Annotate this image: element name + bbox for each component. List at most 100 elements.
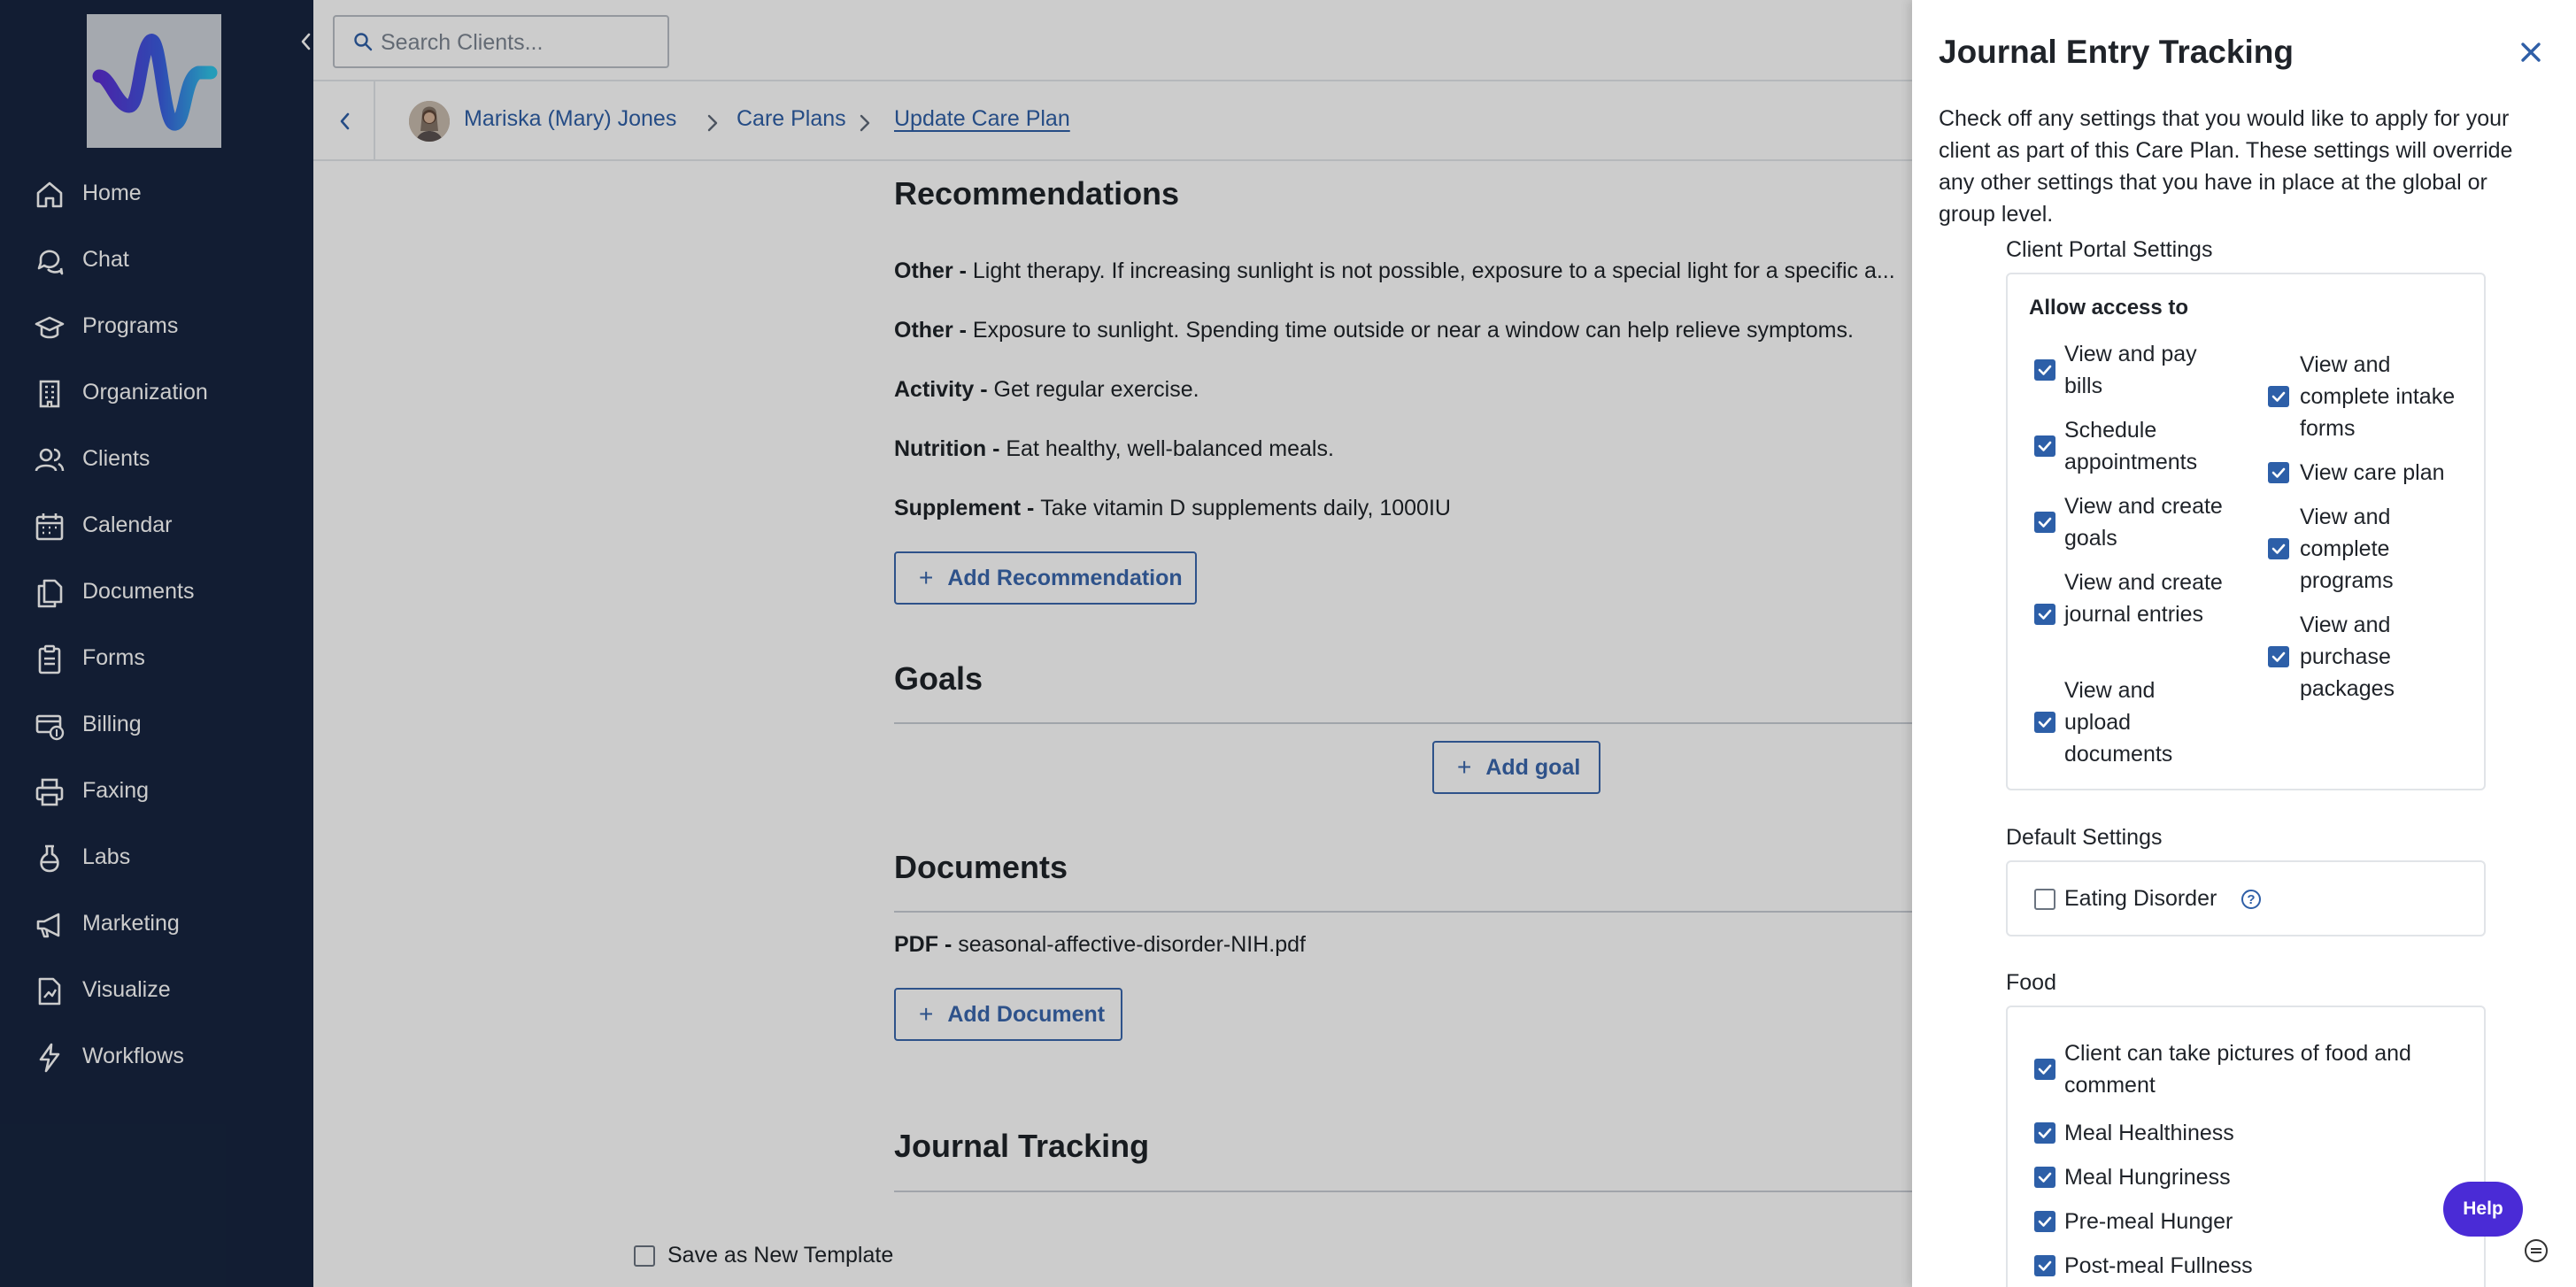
divider <box>894 722 1912 724</box>
add-document-button[interactable]: + Add Document <box>894 988 1122 1041</box>
sidebar-item-label: Visualize <box>82 976 171 1002</box>
collapse-sidebar-button[interactable] <box>296 29 315 54</box>
sidebar-item-chat[interactable]: Chat <box>0 233 313 286</box>
checkbox-pre-meal-hunger[interactable] <box>2034 1211 2055 1232</box>
goals-title: Goals <box>894 660 983 697</box>
default-settings-box: Eating Disorder ? <box>2006 860 2486 936</box>
checkbox-view-pay-bills[interactable] <box>2034 359 2055 381</box>
document-item: PDF - seasonal-affective-disorder-NIH.pd… <box>894 932 1912 958</box>
sidebar-item-label: Workflows <box>82 1043 184 1068</box>
sidebar-item-calendar[interactable]: Calendar <box>0 498 313 551</box>
check-icon <box>2038 609 2052 620</box>
journal-tracking-title: Journal Tracking <box>894 1128 1150 1164</box>
check-icon <box>2038 1172 2052 1183</box>
main-content: Mariska (Mary) Jones Care Plans Update C… <box>313 0 1912 1287</box>
chart-file-icon <box>38 977 61 1006</box>
breadcrumb-current[interactable]: Update Care Plan <box>894 106 1070 132</box>
checkbox-view-complete-intake-forms[interactable] <box>2268 386 2289 407</box>
add-recommendation-button[interactable]: + Add Recommendation <box>894 551 1197 605</box>
checkbox-meal-hungriness[interactable] <box>2034 1167 2055 1188</box>
printer-icon <box>35 778 64 806</box>
document-type: PDF - <box>894 932 959 957</box>
sidebar-item-marketing[interactable]: Marketing <box>0 897 313 950</box>
search-icon <box>354 33 373 51</box>
sidebar-item-label: Home <box>82 180 142 205</box>
checkbox-view-complete-programs[interactable] <box>2268 538 2289 559</box>
option-label: View care plan <box>2300 460 2445 485</box>
sidebar-item-home[interactable]: Home <box>0 166 313 220</box>
sidebar-item-workflows[interactable]: Workflows <box>0 1029 313 1083</box>
option-label: Eating Disorder <box>2064 886 2217 911</box>
recommendation-text: Light therapy. If increasing sunlight is… <box>972 258 1895 283</box>
sidebar-item-programs[interactable]: Programs <box>0 299 313 352</box>
sidebar-item-organization[interactable]: Organization <box>0 366 313 419</box>
documents-title: Documents <box>894 849 1068 885</box>
app-logo[interactable] <box>87 14 221 148</box>
chevron-left-icon <box>301 33 311 50</box>
recommendation-text: Exposure to sunlight. Spending time outs… <box>972 318 1854 343</box>
sidebar-item-label: Calendar <box>82 512 173 537</box>
users-icon <box>35 448 65 472</box>
billing-icon <box>35 714 65 741</box>
sidebar-item-clients[interactable]: Clients <box>0 432 313 485</box>
recommendation-item: Other - Exposure to sunlight. Spending t… <box>894 318 1912 343</box>
document-name[interactable]: seasonal-affective-disorder-NIH.pdf <box>958 932 1306 957</box>
breadcrumb-client[interactable]: Mariska (Mary) Jones <box>464 106 676 132</box>
allow-access-title: Allow access to <box>2029 296 2189 320</box>
checkbox-view-purchase-packages[interactable] <box>2268 646 2289 667</box>
megaphone-icon <box>36 913 60 938</box>
sidebar-item-visualize[interactable]: Visualize <box>0 963 313 1016</box>
check-icon <box>2038 441 2052 451</box>
default-settings-label: Default Settings <box>2006 825 2163 850</box>
breadcrumb-care-plans[interactable]: Care Plans <box>737 106 846 132</box>
sidebar-item-labs[interactable]: Labs <box>0 830 313 883</box>
sidebar-item-label: Billing <box>82 711 142 736</box>
option-label: Pre-meal Hunger <box>2064 1209 2233 1234</box>
add-goal-button[interactable]: + Add goal <box>1432 741 1600 794</box>
sidebar-item-billing[interactable]: Billing <box>0 697 313 751</box>
plus-icon: + <box>919 1000 934 1028</box>
save-template-checkbox[interactable] <box>634 1245 655 1267</box>
check-icon <box>2271 543 2286 554</box>
checkbox-view-upload-documents[interactable] <box>2034 712 2055 733</box>
journal-entry-tracking-drawer: Journal Entry Tracking Check off any set… <box>1912 0 2576 1287</box>
graduation-cap-icon <box>35 316 65 339</box>
checkbox-eating-disorder[interactable] <box>2034 889 2055 910</box>
recommendation-text: Take vitamin D supplements daily, 1000IU <box>1040 496 1451 520</box>
search-input[interactable] <box>381 27 655 58</box>
sidebar-item-forms[interactable]: Forms <box>0 631 313 684</box>
close-icon[interactable] <box>2516 37 2546 67</box>
sidebar-item-label: Labs <box>82 844 131 869</box>
top-bar <box>313 0 1912 81</box>
checkbox-schedule-appointments[interactable] <box>2034 435 2055 457</box>
avatar[interactable] <box>409 101 450 142</box>
chevron-right-icon <box>707 114 718 132</box>
client-photo <box>409 101 450 142</box>
building-icon <box>39 380 60 408</box>
chat-widget-icon[interactable] <box>2523 1237 2549 1264</box>
option-label: Meal Hungriness <box>2064 1165 2231 1190</box>
food-settings-box: Client can take pictures of food and com… <box>2006 1006 2486 1287</box>
drawer-description: Check off any settings that you would li… <box>1939 106 2513 227</box>
help-button[interactable]: Help <box>2443 1182 2523 1237</box>
checkbox-view-create-journal-entries[interactable] <box>2034 604 2055 625</box>
add-recommendation-label: Add Recommendation <box>947 565 1183 590</box>
check-icon <box>2271 651 2286 662</box>
sidebar-item-faxing[interactable]: Faxing <box>0 764 313 817</box>
checkbox-food-pictures[interactable] <box>2034 1059 2055 1080</box>
recommendation-type: Other - <box>894 318 973 343</box>
option-label: View and pay bills <box>2064 342 2197 398</box>
sidebar-item-documents[interactable]: Documents <box>0 565 313 618</box>
clipboard-icon <box>38 644 61 674</box>
sidebar-item-label: Chat <box>82 246 129 272</box>
back-button[interactable] <box>324 101 365 142</box>
checkbox-meal-healthiness[interactable] <box>2034 1122 2055 1144</box>
info-icon[interactable]: ? <box>2241 890 2261 909</box>
checkbox-view-care-plan[interactable] <box>2268 462 2289 483</box>
checkbox-post-meal-fullness[interactable] <box>2034 1255 2055 1276</box>
calendar-icon <box>35 513 64 541</box>
divider <box>374 81 375 161</box>
option-label: View and create journal entries <box>2064 570 2223 627</box>
checkbox-view-create-goals[interactable] <box>2034 512 2055 533</box>
plus-icon: + <box>919 564 934 591</box>
